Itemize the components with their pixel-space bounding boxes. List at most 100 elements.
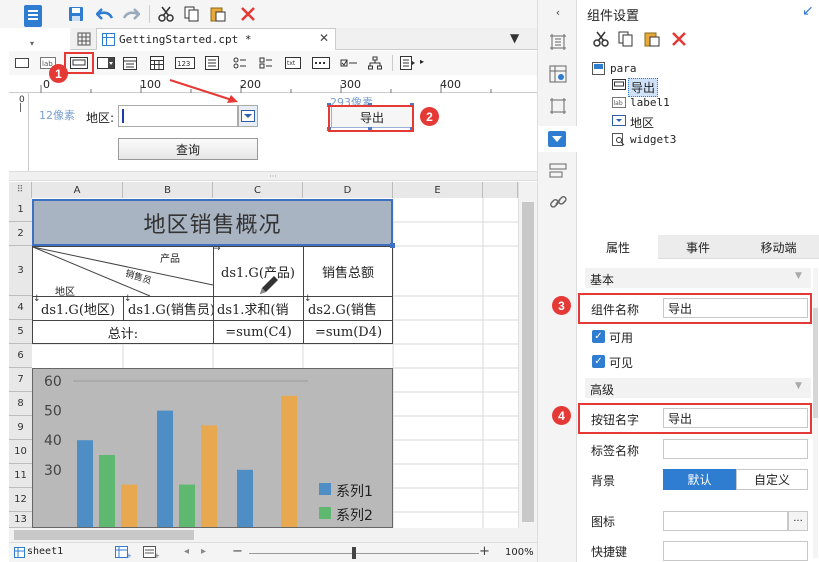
cell-d3[interactable]: 销售总额: [303, 247, 393, 296]
enabled-checkbox[interactable]: ✓: [592, 330, 605, 343]
hyperlink-icon[interactable]: [548, 192, 568, 212]
widget-settings-tab[interactable]: [538, 126, 577, 152]
property-tabs: 属性 事件 移动端: [578, 235, 819, 259]
delete-icon[interactable]: [670, 30, 688, 48]
svg-text:lab: lab: [614, 100, 623, 107]
expand-marker-icon: →: [213, 244, 221, 254]
add-sheet-icon[interactable]: +: [115, 546, 133, 560]
expand-marker-icon: ↓: [33, 294, 41, 304]
scrollbar-thumb[interactable]: [14, 530, 194, 540]
y-tick-label: 30: [44, 463, 62, 479]
label-node-icon: lab: [612, 97, 626, 109]
legend-swatch: [319, 483, 331, 495]
scrollbar-thumb[interactable]: [522, 202, 534, 522]
float-element-icon[interactable]: [548, 96, 568, 116]
icon-field[interactable]: [663, 511, 788, 531]
bg-default-label: 默认: [687, 473, 712, 487]
highlight-box-4: [578, 403, 812, 434]
widget-settings-panel: 组件设置 ↙ para 导出 lab label1 地区 widget3 属性 …: [578, 0, 819, 562]
bar: [179, 484, 195, 527]
cell-c5[interactable]: =sum(C4): [214, 321, 303, 344]
highlight-box-3: [578, 293, 812, 324]
callout-2: 2: [420, 107, 439, 126]
bar: [77, 440, 93, 527]
y-tick-label: 60: [44, 374, 62, 390]
tab-properties-label: 属性: [605, 240, 630, 255]
zoom-out-icon[interactable]: −: [232, 544, 243, 559]
expand-marker-icon: ↓: [304, 294, 312, 304]
prev-sheet-icon[interactable]: ◂: [184, 546, 189, 557]
zoom-in-icon[interactable]: +: [479, 544, 490, 559]
report-title-cell[interactable]: 地区销售概况: [32, 199, 393, 246]
zoom-slider-thumb[interactable]: [352, 547, 356, 559]
icon-browse-label: ···: [793, 515, 803, 527]
search-node-icon: [612, 133, 626, 146]
tree-item-region[interactable]: 地区: [630, 114, 654, 131]
icon-label: 图标: [591, 515, 616, 529]
paste-icon[interactable]: [643, 30, 661, 48]
tree-item-widget3[interactable]: widget3: [630, 133, 676, 146]
background-label: 背景: [591, 474, 616, 488]
bar: [281, 395, 297, 527]
bar: [121, 484, 137, 527]
cell-a4[interactable]: ds1.G(地区): [33, 297, 123, 320]
shortcut-label: 快捷键: [591, 545, 628, 559]
next-sheet-icon[interactable]: ▸: [201, 546, 206, 557]
cell-c4[interactable]: ds1.求和(销: [214, 297, 303, 320]
panel-title: 组件设置: [587, 9, 640, 24]
cell-attr-icon[interactable]: [548, 32, 568, 52]
bg-default-button[interactable]: 默认: [663, 469, 736, 490]
svg-text:+: +: [154, 552, 160, 559]
cell-element-icon[interactable]: [548, 64, 568, 84]
tree-item-label1[interactable]: label1: [630, 96, 670, 109]
visible-label: 可见: [609, 356, 634, 370]
header-region: 地区: [55, 287, 75, 298]
tab-mobile-label: 移动端: [760, 240, 797, 255]
enabled-label: 可用: [609, 331, 634, 345]
tree-item-export[interactable]: 导出: [628, 78, 659, 97]
bar: [237, 469, 253, 527]
side-icon-strip: ‹: [537, 0, 577, 562]
condition-icon[interactable]: [548, 160, 568, 180]
sheet-tab[interactable]: sheet1: [27, 546, 63, 557]
tab-events[interactable]: 事件: [658, 235, 738, 259]
tag-name-field[interactable]: [663, 439, 808, 459]
horizontal-scrollbar[interactable]: [9, 528, 537, 542]
chevron-down-icon: ▼: [795, 381, 802, 391]
vertical-scrollbar[interactable]: [518, 182, 537, 528]
bg-custom-button[interactable]: 自定义: [736, 469, 808, 490]
chevron-down-icon: ▼: [795, 271, 802, 281]
y-tick-label: 50: [44, 404, 62, 420]
section-basic-label: 基本: [590, 273, 615, 287]
tab-properties[interactable]: 属性: [578, 235, 658, 259]
legend-swatch: [319, 507, 331, 519]
section-basic-header[interactable]: 基本 ▼: [585, 268, 811, 288]
section-advanced-header[interactable]: 高级 ▼: [585, 378, 811, 398]
chart-area[interactable]: 60 50 40 30 系列1 系列2: [32, 368, 393, 528]
cell-d5[interactable]: =sum(D4): [304, 321, 393, 344]
copy-icon[interactable]: [617, 30, 635, 48]
dock-icon[interactable]: ↙: [802, 3, 814, 19]
zoom-slider[interactable]: [249, 553, 479, 554]
scrollbar-thumb[interactable]: [813, 308, 818, 418]
expand-marker-icon: ↓: [124, 294, 132, 304]
cell-b4[interactable]: ds1.G(销售员): [124, 297, 213, 320]
callout-1: 1: [49, 64, 68, 83]
icon-browse-button[interactable]: ···: [788, 511, 808, 531]
panel-scrollbar[interactable]: [813, 268, 818, 558]
cell-d4[interactable]: ds2.G(销售: [304, 297, 393, 320]
tab-events-label: 事件: [685, 240, 710, 255]
highlight-box-2: [328, 105, 414, 132]
cell-total-label[interactable]: 总计:: [33, 321, 213, 344]
para-icon: [592, 62, 606, 76]
cut-icon[interactable]: [592, 30, 610, 48]
collapse-left-icon[interactable]: ‹: [550, 4, 566, 20]
callout-3: 3: [552, 296, 571, 315]
tree-root[interactable]: para: [610, 62, 637, 75]
button-node-icon: [612, 79, 626, 91]
tab-mobile[interactable]: 移动端: [738, 235, 819, 259]
combobox-node-icon: [612, 115, 626, 127]
shortcut-field[interactable]: [663, 541, 808, 561]
visible-checkbox[interactable]: ✓: [592, 355, 605, 368]
add-poly-sheet-icon[interactable]: +: [143, 546, 161, 560]
